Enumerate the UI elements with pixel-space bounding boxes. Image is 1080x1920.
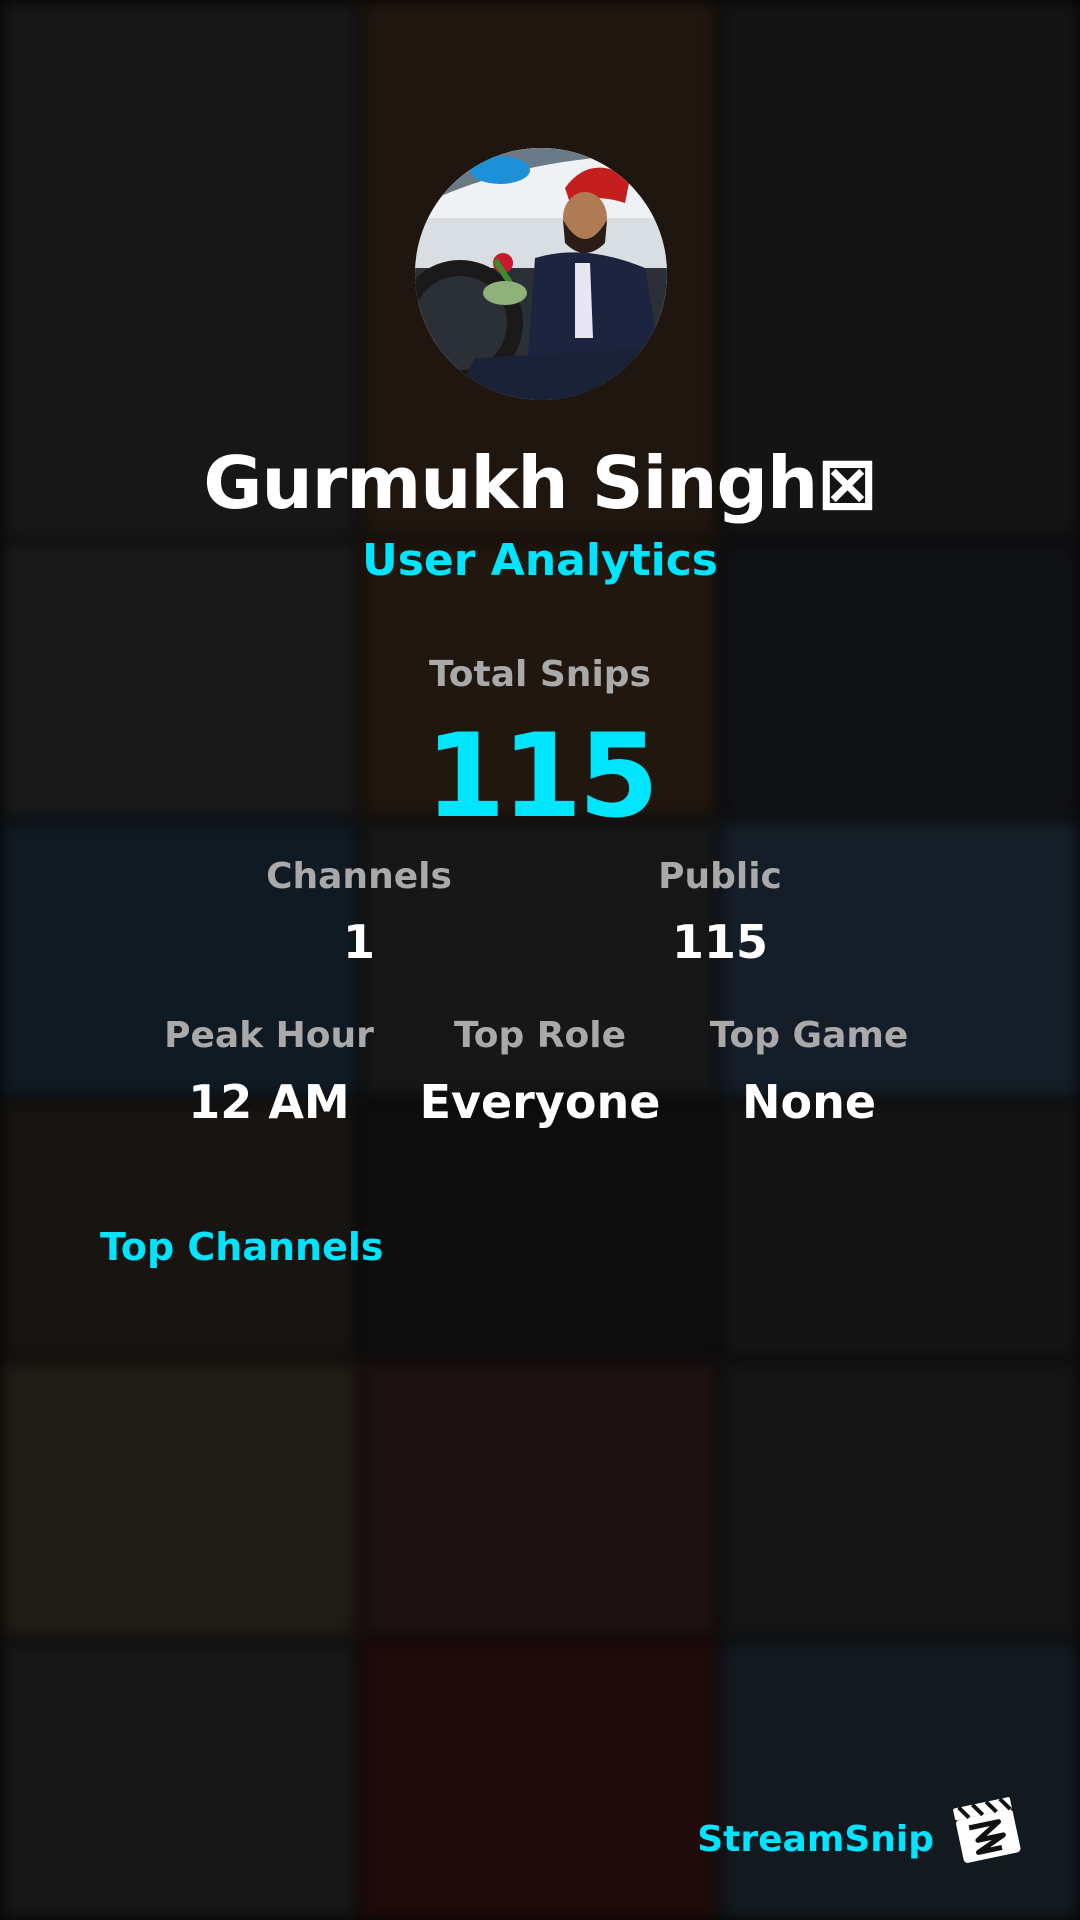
total-snips-value: 115 xyxy=(424,709,659,844)
public-label: Public xyxy=(658,856,782,897)
channels-label: Channels xyxy=(266,856,452,897)
analytics-card: Gurmukh Singh⊠ User Analytics Total Snip… xyxy=(0,0,1080,1920)
avatar[interactable] xyxy=(415,148,667,400)
profile-name: Gurmukh Singh⊠ xyxy=(203,441,877,525)
avatar-image xyxy=(415,148,667,400)
top-game-label: Top Game xyxy=(709,1015,909,1056)
public-value: 115 xyxy=(671,915,769,969)
clapperboard-logo-icon xyxy=(950,1792,1026,1868)
top-channels-heading: Top Channels xyxy=(100,1225,384,1269)
page-subtitle: User Analytics xyxy=(362,535,718,586)
top-game-value: None xyxy=(741,1075,877,1129)
brand-name: StreamSnip xyxy=(697,1819,934,1860)
channels-value: 1 xyxy=(342,915,375,969)
total-snips-label: Total Snips xyxy=(429,654,651,695)
